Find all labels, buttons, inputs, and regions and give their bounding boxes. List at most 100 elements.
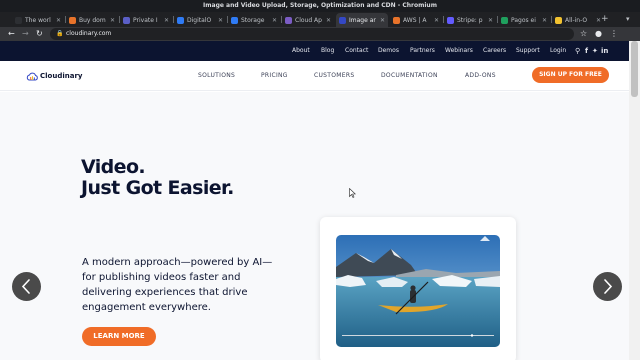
reload-icon[interactable]: ↻ — [36, 27, 43, 41]
cloud-logo-icon — [26, 72, 38, 80]
tab-close-icon[interactable]: ✕ — [164, 17, 169, 24]
tab-favicon-icon — [231, 16, 238, 24]
tab-label: Stripe: p — [457, 16, 483, 24]
tab-favicon-icon — [339, 16, 346, 24]
browser-tab[interactable]: All-in-O ✕ — [552, 13, 604, 27]
lock-icon: 🔒 — [56, 30, 64, 37]
tab-separator — [443, 16, 444, 23]
profile-icon[interactable]: ● — [595, 27, 602, 41]
subtext-line: delivering experiences that drive — [82, 287, 248, 298]
utility-link-webinars[interactable]: Webinars — [445, 41, 473, 61]
tab-close-icon[interactable]: ✕ — [380, 17, 385, 24]
main-nav: Cloudinary SIGN UP FOR FREE SOLUTIONS PRI… — [0, 61, 640, 91]
tab-label: Storage — [241, 16, 265, 24]
browser-toolbar: ← → ↻ 🔒 cloudinary.com ☆ ● ⋮ — [0, 27, 640, 41]
address-bar[interactable] — [50, 28, 574, 40]
tab-label: DigitalO — [187, 16, 212, 24]
tab-label: All-in-O — [565, 16, 588, 24]
browser-tab[interactable]: AWS | A ✕ — [390, 13, 442, 27]
sign-up-button[interactable]: SIGN UP FOR FREE — [532, 67, 609, 83]
headline-line-2: Just Got Easier. — [81, 177, 234, 199]
tab-separator — [227, 16, 228, 23]
tab-strip: The worl ✕ Buy dom ✕ Private I ✕ DigitalO ✕ Stor… — [0, 12, 640, 27]
nav-solutions[interactable]: SOLUTIONS — [198, 61, 235, 91]
tab-label: Buy dom — [79, 16, 106, 24]
hero-section: Video. Just Got Easier. A modern approac… — [0, 92, 640, 360]
nav-add-ons[interactable]: ADD-ONS — [465, 61, 496, 91]
tab-favicon-icon — [555, 16, 562, 24]
tab-close-icon[interactable]: ✕ — [542, 17, 547, 24]
browser-tab[interactable]: The worl ✕ — [12, 13, 64, 27]
tab-close-icon[interactable]: ✕ — [56, 17, 61, 24]
tab-label: Image ar — [349, 16, 376, 24]
tab-close-icon[interactable]: ✕ — [110, 17, 115, 24]
tab-label: Cloud Ap — [295, 16, 322, 24]
tab-favicon-icon — [501, 16, 508, 24]
linkedin-icon[interactable]: in — [601, 41, 608, 61]
facebook-icon[interactable]: f — [585, 41, 588, 61]
utility-link-login[interactable]: Login — [550, 41, 566, 61]
tab-favicon-icon — [285, 16, 292, 24]
new-tab-button[interactable]: + — [601, 12, 609, 27]
twitter-icon[interactable]: ✦ — [592, 41, 598, 61]
forward-icon[interactable]: → — [22, 27, 29, 41]
utility-link-contact[interactable]: Contact — [345, 41, 368, 61]
browser-tab[interactable]: Storage ✕ — [228, 13, 280, 27]
tab-separator — [551, 16, 552, 23]
tab-separator — [65, 16, 66, 23]
search-icon[interactable]: ⚲ — [575, 41, 580, 61]
tab-close-icon[interactable]: ✕ — [272, 17, 277, 24]
url-text[interactable]: cloudinary.com — [66, 28, 111, 40]
nav-pricing[interactable]: PRICING — [261, 61, 288, 91]
utility-link-partners[interactable]: Partners — [410, 41, 435, 61]
video-card — [320, 217, 516, 360]
tab-search-icon[interactable]: ▾ — [626, 12, 630, 27]
browser-tab[interactable]: Buy dom ✕ — [66, 13, 118, 27]
carousel-prev-button[interactable] — [12, 272, 41, 301]
web-page: About Blog Contact Demos Partners Webinars Car… — [0, 41, 640, 360]
nav-documentation[interactable]: DOCUMENTATION — [381, 61, 438, 91]
utility-link-support[interactable]: Support — [516, 41, 540, 61]
tab-close-icon[interactable]: ✕ — [488, 17, 493, 24]
utility-link-blog[interactable]: Blog — [321, 41, 334, 61]
browser-tab[interactable]: Pagos ei ✕ — [498, 13, 550, 27]
subtext-line: A modern approach—powered by AI— — [82, 257, 273, 268]
browser-tab[interactable]: Image ar ✕ — [336, 13, 388, 27]
utility-link-careers[interactable]: Careers — [483, 41, 506, 61]
headline-line-1: Video. — [81, 156, 146, 178]
utility-link-about[interactable]: About — [292, 41, 310, 61]
tab-separator — [497, 16, 498, 23]
browser-tab[interactable]: DigitalO ✕ — [174, 13, 226, 27]
tab-separator — [281, 16, 282, 23]
tab-separator — [173, 16, 174, 23]
tab-favicon-icon — [447, 16, 454, 24]
hero-headline: Video. Just Got Easier. — [81, 157, 281, 199]
tab-label: Pagos ei — [511, 16, 536, 24]
tab-separator — [119, 16, 120, 23]
browser-tab[interactable]: Stripe: p ✕ — [444, 13, 496, 27]
browser-tab[interactable]: Private I ✕ — [120, 13, 172, 27]
tab-favicon-icon — [69, 16, 76, 24]
chevron-left-icon — [21, 279, 30, 294]
bookmark-star-icon[interactable]: ☆ — [580, 27, 587, 41]
tab-close-icon[interactable]: ✕ — [326, 17, 331, 24]
kayak-video-frame — [336, 235, 500, 347]
scrollbar-thumb[interactable] — [631, 41, 638, 97]
tab-favicon-icon — [123, 16, 130, 24]
tab-close-icon[interactable]: ✕ — [434, 17, 439, 24]
utility-link-demos[interactable]: Demos — [378, 41, 399, 61]
utility-nav: About Blog Contact Demos Partners Webinars Car… — [0, 41, 640, 61]
subtext-line: engagement everywhere. — [82, 302, 211, 313]
carousel-next-button[interactable] — [593, 272, 622, 301]
cloudinary-logo[interactable]: Cloudinary — [26, 70, 82, 82]
tab-label: AWS | A — [403, 16, 427, 24]
learn-more-button[interactable]: LEARN MORE — [82, 327, 156, 346]
tab-favicon-icon — [393, 16, 400, 24]
menu-icon[interactable]: ⋮ — [610, 27, 618, 41]
logo-text: Cloudinary — [40, 72, 83, 80]
browser-tab[interactable]: Cloud Ap ✕ — [282, 13, 334, 27]
video-player[interactable] — [336, 235, 500, 347]
tab-close-icon[interactable]: ✕ — [218, 17, 223, 24]
nav-customers[interactable]: CUSTOMERS — [314, 61, 354, 91]
back-icon[interactable]: ← — [8, 27, 15, 41]
